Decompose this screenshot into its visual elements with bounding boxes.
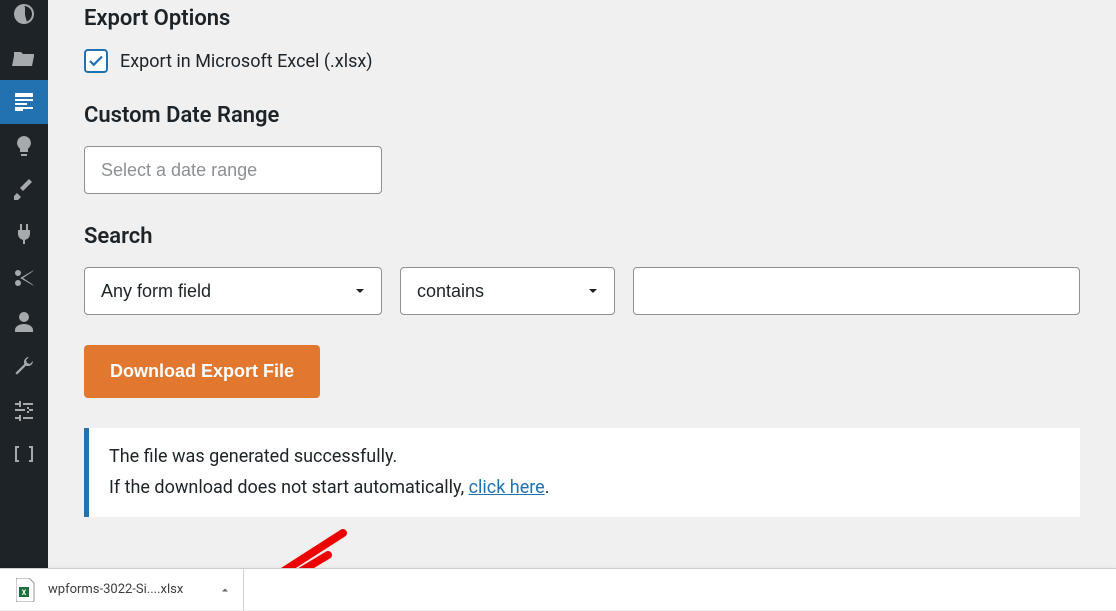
search-operator-select[interactable]: contains [400,267,615,315]
download-file-chip[interactable]: X wpforms-3022-Si....xlsx [0,569,244,611]
sidebar-item-settings[interactable] [0,388,48,432]
plug-icon [12,222,36,246]
sidebar-item-snippets[interactable] [0,256,48,300]
brackets-icon [12,442,36,466]
folder-open-icon [12,46,36,70]
scissors-icon [12,266,36,290]
sidebar-item-tools[interactable] [0,344,48,388]
search-operator-select-wrap: contains [400,267,615,315]
download-filename: wpforms-3022-Si....xlsx [48,582,183,597]
excel-file-icon: X [16,578,36,602]
svg-text:X: X [22,589,27,597]
checkmark-icon [87,52,105,70]
export-options-heading: Export Options [84,6,1080,31]
notice-line-2: If the download does not start automatic… [109,473,1060,504]
sidebar-item-wpforms[interactable] [0,80,48,124]
wrench-icon [12,354,36,378]
brush-icon [12,178,36,202]
search-field-select[interactable]: Any form field [84,267,382,315]
lightbulb-icon [12,134,36,158]
date-range-heading: Custom Date Range [84,103,1080,128]
sidebar-item-plugins[interactable] [0,212,48,256]
page-content: Export Options Export in Microsoft Excel… [48,0,1116,517]
sidebar-item-appearance[interactable] [0,168,48,212]
sidebar-item-dashboard[interactable] [0,0,48,36]
search-row: Any form field contains [84,267,1080,315]
chevron-up-icon [219,584,231,596]
sidebar-item-code[interactable] [0,432,48,476]
sliders-icon [12,398,36,422]
user-icon [12,310,36,334]
notice-line-1: The file was generated successfully. [109,442,1060,473]
dashboard-icon [12,2,36,26]
export-xlsx-option[interactable]: Export in Microsoft Excel (.xlsx) [84,49,1080,73]
form-icon [12,90,36,114]
search-value-input[interactable] [633,267,1080,315]
search-field-select-wrap: Any form field [84,267,382,315]
admin-sidebar [0,0,48,610]
success-notice: The file was generated successfully. If … [84,428,1080,517]
export-xlsx-checkbox[interactable] [84,49,108,73]
search-heading: Search [84,224,1080,249]
click-here-link[interactable]: click here [469,477,545,498]
date-range-input[interactable] [84,146,382,194]
sidebar-item-media[interactable] [0,36,48,80]
export-xlsx-label: Export in Microsoft Excel (.xlsx) [120,51,373,72]
sidebar-item-users[interactable] [0,300,48,344]
sidebar-item-ideas[interactable] [0,124,48,168]
browser-download-bar: X wpforms-3022-Si....xlsx [0,568,1116,610]
download-export-button[interactable]: Download Export File [84,345,320,398]
